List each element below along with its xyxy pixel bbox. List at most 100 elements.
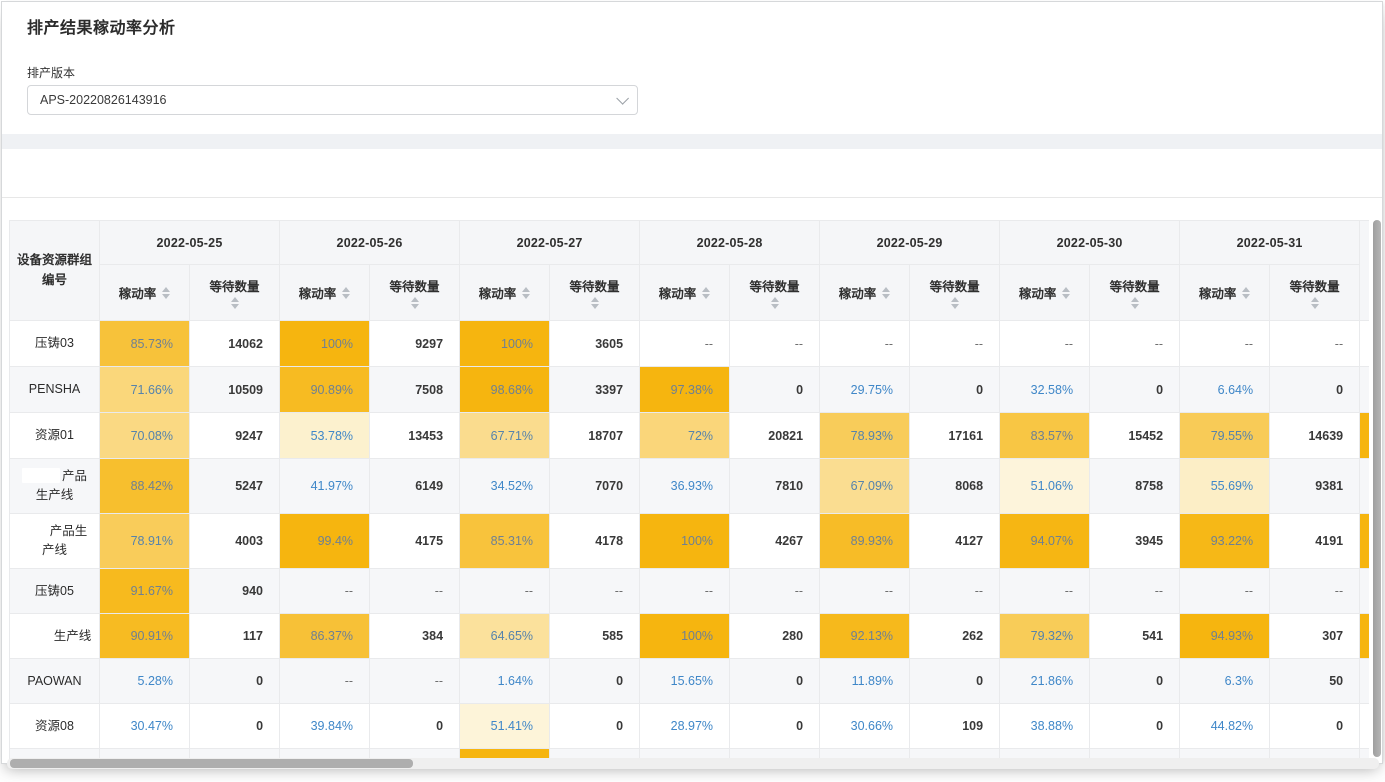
utilization-column-header[interactable]: 稼动率 <box>460 265 550 321</box>
sort-icon[interactable] <box>1131 297 1139 309</box>
utilization-cell: 78.91% <box>100 514 190 569</box>
utilization-column-header[interactable]: 稼动率 <box>1000 265 1090 321</box>
waiting-column-header[interactable]: 等待数量 <box>1270 265 1360 321</box>
sort-icon[interactable] <box>231 297 239 309</box>
waiting-cell: 18707 <box>550 413 640 459</box>
clipped-next-column-cell <box>1360 321 1369 367</box>
waiting-column-header[interactable]: 等待数量 <box>910 265 1000 321</box>
vertical-scrollbar[interactable] <box>1373 220 1381 757</box>
row-header: PENSHA <box>10 367 100 413</box>
row-header-line: 产品 <box>14 467 95 486</box>
table-row: 资源0830.47%039.84%051.41%028.97%030.66%10… <box>10 704 1370 749</box>
sort-icon[interactable] <box>882 287 890 299</box>
waiting-cell: 4175 <box>370 514 460 569</box>
utilization-cell: 44.82% <box>1180 704 1270 749</box>
clipped-next-column-cell <box>1360 569 1369 614</box>
waiting-cell: -- <box>550 569 640 614</box>
table-row: 压铸0591.67%940------------------------ <box>10 569 1370 614</box>
utilization-column-header[interactable]: 稼动率 <box>820 265 910 321</box>
utilization-header-inner: 稼动率 <box>640 283 729 302</box>
sort-descend-icon <box>1242 294 1250 299</box>
utilization-cell: 55.69% <box>1180 459 1270 514</box>
table-row: 资源0170.08%924753.78%1345367.71%1870772%2… <box>10 413 1370 459</box>
sort-icon[interactable] <box>702 287 710 299</box>
date-column-header: 2022-05-29 <box>820 221 1000 265</box>
clipped-next-column-cell <box>1360 614 1369 659</box>
redacted-text-block <box>22 523 48 538</box>
utilization-cell: 30.47% <box>100 704 190 749</box>
waiting-header-inner: 等待数量 <box>1270 276 1359 309</box>
sort-icon[interactable] <box>1311 297 1319 309</box>
sort-icon[interactable] <box>591 297 599 309</box>
sort-ascend-icon <box>771 297 779 302</box>
clipped-next-column-cell <box>1360 514 1369 569</box>
waiting-cell: 3605 <box>550 321 640 367</box>
utilization-column-header[interactable]: 稼动率 <box>280 265 370 321</box>
waiting-cell: -- <box>1090 321 1180 367</box>
clipped-next-column-cell <box>1360 659 1369 704</box>
sort-icon[interactable] <box>1242 287 1250 299</box>
waiting-cell: -- <box>730 321 820 367</box>
sort-icon[interactable] <box>1062 287 1070 299</box>
sort-ascend-icon <box>702 287 710 292</box>
utilization-column-header[interactable]: 稼动率 <box>640 265 730 321</box>
waiting-cell: 0 <box>1090 659 1180 704</box>
waiting-column-header[interactable]: 等待数量 <box>730 265 820 321</box>
waiting-header-label: 等待数量 <box>1290 276 1340 295</box>
utilization-cell: 32.58% <box>1000 367 1090 413</box>
waiting-cell: 9247 <box>190 413 280 459</box>
waiting-cell: 109 <box>910 704 1000 749</box>
utilization-cell: 34.52% <box>460 459 550 514</box>
row-header: 资源08 <box>10 704 100 749</box>
row-header: 生产线 <box>10 614 100 659</box>
waiting-cell: 541 <box>1090 614 1180 659</box>
sort-icon[interactable] <box>522 287 530 299</box>
waiting-cell: 4178 <box>550 514 640 569</box>
horizontal-scrollbar-thumb[interactable] <box>10 759 413 768</box>
waiting-column-header[interactable]: 等待数量 <box>550 265 640 321</box>
waiting-cell: 0 <box>550 704 640 749</box>
horizontal-scrollbar-track[interactable] <box>7 758 1379 769</box>
sort-ascend-icon <box>1131 297 1139 302</box>
waiting-cell: 9381 <box>1270 459 1360 514</box>
sort-icon[interactable] <box>342 287 350 299</box>
waiting-cell: 20821 <box>730 413 820 459</box>
section-separator <box>2 134 1382 149</box>
waiting-column-header[interactable]: 等待数量 <box>370 265 460 321</box>
sort-icon[interactable] <box>162 287 170 299</box>
utilization-cell: 97.38% <box>640 367 730 413</box>
date-column-header: 2022-05-26 <box>280 221 460 265</box>
sort-icon[interactable] <box>771 297 779 309</box>
utilization-cell: 53.78% <box>280 413 370 459</box>
waiting-cell: -- <box>370 569 460 614</box>
waiting-cell: 0 <box>1090 367 1180 413</box>
waiting-header-inner: 等待数量 <box>730 276 819 309</box>
table-row: 产品生产线78.91%400399.4%417585.31%4178100%42… <box>10 514 1370 569</box>
utilization-cell: 5.28% <box>100 659 190 704</box>
utilization-cell: -- <box>280 659 370 704</box>
utilization-column-header[interactable]: 稼动率 <box>1180 265 1270 321</box>
sort-icon[interactable] <box>951 297 959 309</box>
version-select[interactable]: APS-20220826143916 <box>27 85 638 115</box>
card-divider <box>2 197 1382 198</box>
row-header: 产品生产线 <box>10 459 100 514</box>
date-column-header: 2022-05-30 <box>1000 221 1180 265</box>
utilization-cell: 51.41% <box>460 704 550 749</box>
waiting-header-inner: 等待数量 <box>550 276 639 309</box>
utilization-cell: 79.55% <box>1180 413 1270 459</box>
utilization-cell: 78.93% <box>820 413 910 459</box>
sort-ascend-icon <box>522 287 530 292</box>
clipped-next-column-cell <box>1360 367 1369 413</box>
waiting-cell: 15452 <box>1090 413 1180 459</box>
chevron-down-icon[interactable] <box>616 92 629 105</box>
waiting-column-header[interactable]: 等待数量 <box>190 265 280 321</box>
waiting-cell: 0 <box>190 659 280 704</box>
waiting-header-inner: 等待数量 <box>1090 276 1179 309</box>
utilization-cell: 30.66% <box>820 704 910 749</box>
utilization-cell: -- <box>1180 569 1270 614</box>
sort-icon[interactable] <box>411 297 419 309</box>
waiting-column-header[interactable]: 等待数量 <box>1090 265 1180 321</box>
waiting-cell: 9297 <box>370 321 460 367</box>
utilization-header-label: 稼动率 <box>659 283 697 302</box>
utilization-column-header[interactable]: 稼动率 <box>100 265 190 321</box>
